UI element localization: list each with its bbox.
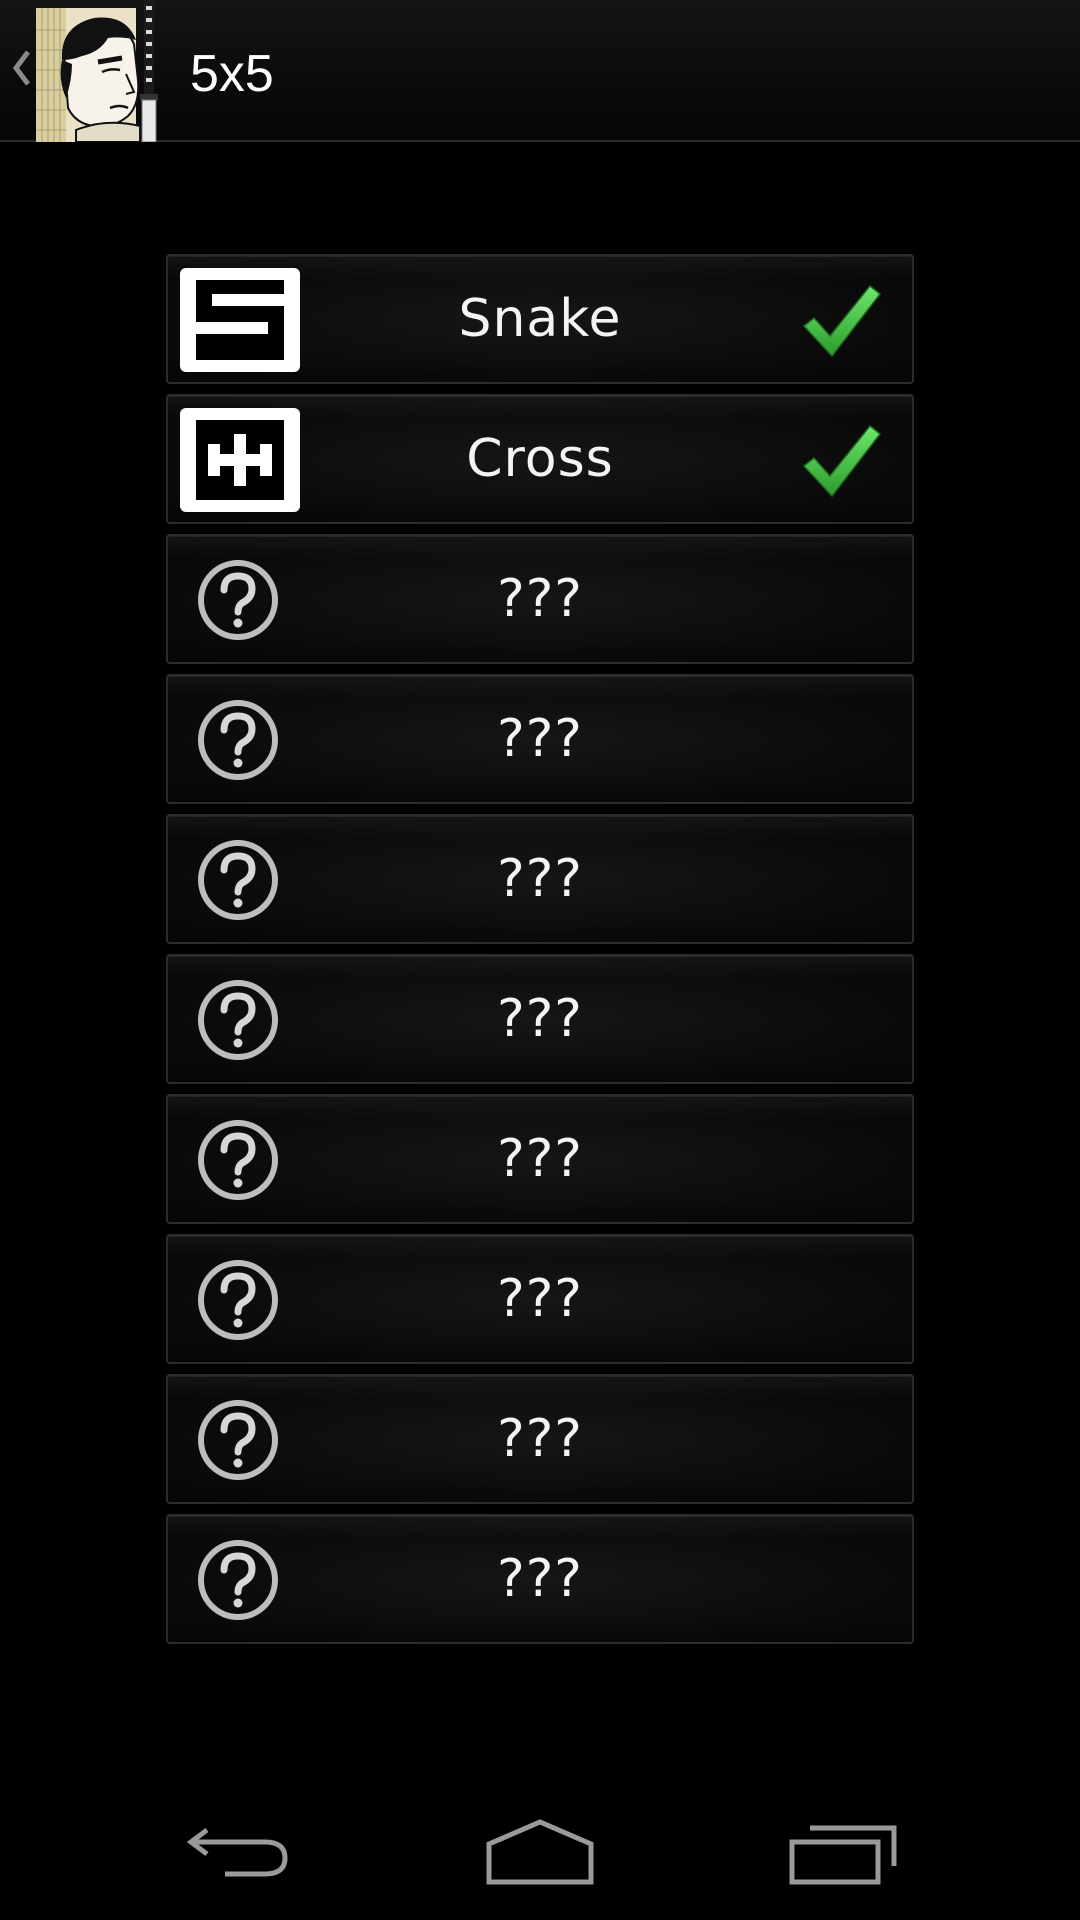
level-row-locked[interactable]: ??? — [166, 1514, 914, 1644]
level-label: ??? — [497, 1549, 583, 1609]
level-label: ??? — [497, 1269, 583, 1329]
navigation-bar — [0, 1800, 1080, 1920]
recent-apps-icon[interactable] — [788, 1818, 898, 1888]
level-label: ??? — [497, 569, 583, 629]
level-label: ??? — [497, 989, 583, 1049]
level-list: Snake Cross ??? ??? ??? ??? ??? ??? ??? … — [166, 254, 914, 1654]
level-row-locked[interactable]: ??? — [166, 1234, 914, 1364]
action-bar: 5x5 — [0, 0, 1080, 142]
level-row-locked[interactable]: ??? — [166, 954, 914, 1084]
level-row-locked[interactable]: ??? — [166, 674, 914, 804]
level-label: ??? — [497, 849, 583, 909]
checkmark-icon — [802, 284, 882, 358]
level-row-locked[interactable]: ??? — [166, 534, 914, 664]
level-row-cross[interactable]: Cross — [166, 394, 914, 524]
level-row-locked[interactable]: ??? — [166, 1374, 914, 1504]
level-label: ??? — [497, 1409, 583, 1469]
chevron-left-icon[interactable] — [6, 38, 36, 98]
home-icon[interactable] — [485, 1818, 595, 1888]
page-title: 5x5 — [190, 45, 274, 103]
level-label: ??? — [497, 709, 583, 769]
level-label: ??? — [497, 1129, 583, 1189]
level-row-snake[interactable]: Snake — [166, 254, 914, 384]
checkmark-icon — [802, 424, 882, 498]
level-row-locked[interactable]: ??? — [166, 814, 914, 944]
back-icon[interactable] — [185, 1818, 295, 1888]
level-row-locked[interactable]: ??? — [166, 1094, 914, 1224]
samurai-app-icon[interactable] — [36, 0, 178, 142]
